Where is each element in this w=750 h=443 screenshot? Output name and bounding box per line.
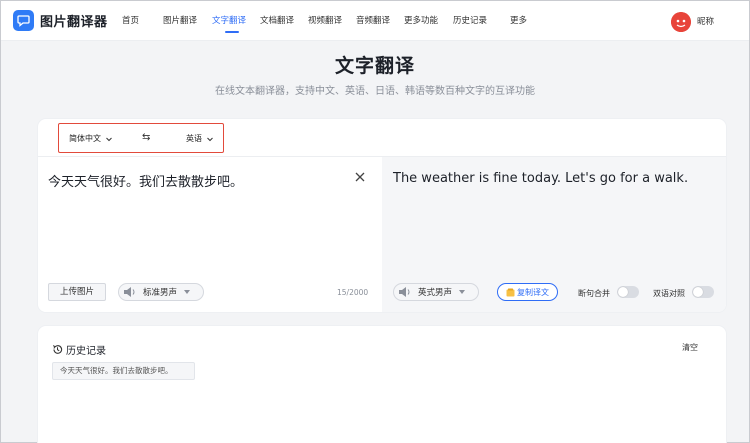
active-tab-indicator (225, 31, 239, 33)
top-nav: 图片翻译器 首页 图片翻译 文字翻译 文档翻译 视频翻译 音频翻译 更多功能 历… (1, 1, 749, 41)
nav-item-history[interactable]: 历史记录 (453, 14, 487, 26)
nav-item-more[interactable]: 更多 (510, 14, 527, 26)
upload-image-button[interactable]: 上传图片 (48, 283, 106, 301)
speaker-icon[interactable] (398, 286, 412, 298)
copy-icon (506, 288, 515, 296)
source-voice-label: 标准男声 (143, 288, 178, 298)
chat-bubble-icon (13, 10, 34, 31)
target-pane: The weather is fine today. Let's go for … (382, 157, 726, 312)
chevron-down-icon (207, 137, 213, 141)
copy-translation-label: 复制译文 (517, 287, 549, 297)
source-language-label: 简体中文 (69, 134, 101, 143)
nav-item-home[interactable]: 首页 (122, 14, 139, 26)
caret-down-icon (459, 290, 466, 294)
nav-item-image-translate[interactable]: 图片翻译 (163, 14, 197, 26)
source-language-select[interactable]: 简体中文 (69, 133, 113, 144)
bilingual-label: 双语对照 (653, 289, 685, 298)
user-nickname[interactable]: 昵称 (697, 15, 714, 27)
history-clock-icon (52, 345, 63, 354)
sentence-merge-toggle[interactable] (617, 286, 639, 298)
target-voice-select[interactable]: 英式男声 (393, 283, 479, 301)
source-pane: 今天天气很好。我们去散散步吧。 上传图片 标准男声 15/2000 (38, 157, 382, 312)
translated-text: The weather is fine today. Let's go for … (393, 171, 689, 186)
bilingual-toggle[interactable] (692, 286, 714, 298)
history-title: 历史记录 (66, 346, 106, 357)
history-item[interactable]: 今天天气很好。我们去散散步吧。 (52, 362, 195, 380)
avatar[interactable] (671, 12, 691, 32)
char-count: 15/2000 (337, 288, 369, 297)
source-text-input[interactable]: 今天天气很好。我们去散散步吧。 (48, 171, 243, 190)
speaker-icon[interactable] (123, 286, 137, 298)
close-icon[interactable] (353, 170, 367, 184)
translator-card: 简体中文 ⇆ 英语 今天天气很好。我们去散散步吧。 上传图片 标准男声 15/2… (38, 119, 726, 312)
target-voice-label: 英式男声 (418, 288, 453, 298)
swap-arrows-icon[interactable]: ⇆ (142, 132, 150, 143)
sentence-merge-label: 断句合并 (578, 289, 610, 298)
target-language-label: 英语 (186, 134, 202, 143)
app-name: 图片翻译器 (40, 15, 108, 30)
nav-item-text-translate[interactable]: 文字翻译 (212, 14, 246, 26)
nav-item-audio-translate[interactable]: 音频翻译 (356, 14, 390, 26)
app-logo[interactable]: 图片翻译器 (13, 10, 108, 31)
language-selector: 简体中文 ⇆ 英语 (58, 123, 224, 153)
nav-item-document-translate[interactable]: 文档翻译 (260, 14, 294, 26)
nav-item-video-translate[interactable]: 视频翻译 (308, 14, 342, 26)
copy-translation-button[interactable]: 复制译文 (497, 283, 558, 301)
history-header: 历史记录 (52, 342, 106, 357)
target-language-select[interactable]: 英语 (186, 133, 214, 144)
source-voice-select[interactable]: 标准男声 (118, 283, 204, 301)
clear-history-button[interactable]: 清空 (682, 342, 698, 353)
page-title: 文字翻译 (334, 55, 415, 77)
caret-down-icon (184, 290, 191, 294)
nav-item-more-features[interactable]: 更多功能 (404, 14, 438, 26)
chevron-down-icon (106, 137, 112, 141)
history-card: 历史记录 清空 今天天气很好。我们去散散步吧。 (38, 326, 726, 443)
page-subtitle: 在线文本翻译器，支持中文、英语、日语、韩语等数百种文字的互译功能 (215, 86, 535, 97)
